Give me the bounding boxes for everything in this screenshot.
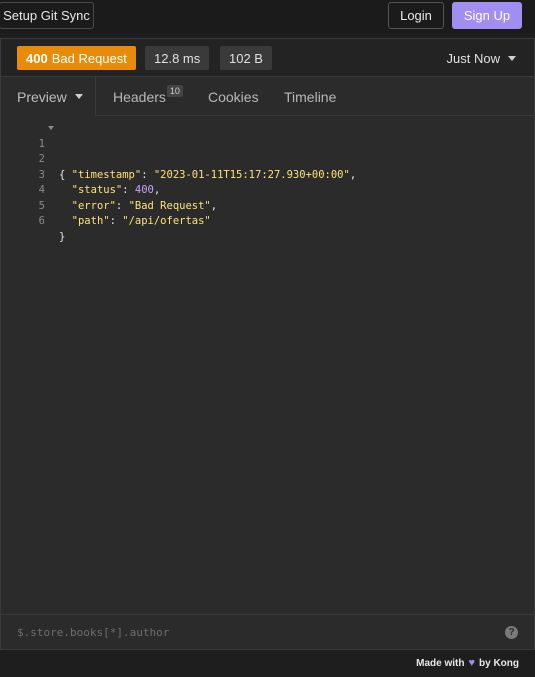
login-button[interactable]: Login — [388, 2, 444, 29]
chevron-down-icon — [74, 94, 83, 99]
code-line: 3 "status": 400, — [1, 152, 534, 197]
json-key: "path" — [71, 215, 110, 227]
code-line: 5 "path": "/api/ofertas" — [1, 183, 534, 228]
status-text: Bad Request — [51, 50, 127, 66]
tab-cookies[interactable]: Cookies — [208, 77, 259, 116]
top-bar: Setup Git Sync Login Sign Up — [0, 0, 535, 33]
code-text: "path": "/api/ofertas" — [71, 215, 211, 227]
tab-preview[interactable]: Preview — [1, 77, 96, 116]
code-line: 1 { — [1, 121, 534, 181]
footer-by-kong: by Kong — [479, 657, 519, 669]
sign-up-button[interactable]: Sign Up — [452, 2, 522, 29]
history-dropdown-label: Just Now — [446, 50, 500, 66]
fold-arrow-icon[interactable] — [48, 126, 54, 130]
status-badge: 400 Bad Request — [17, 46, 136, 70]
response-tabs: Preview Headers 10 Cookies Timeline — [1, 77, 534, 116]
setup-git-sync-button[interactable]: Setup Git Sync — [0, 2, 94, 29]
response-filter-bar: ? — [1, 614, 534, 649]
code-line: 4 "error": "Bad Request", — [1, 168, 534, 212]
response-filter-input[interactable] — [17, 623, 487, 641]
status-code: 400 — [26, 50, 48, 66]
response-time-chip: 12.8 ms — [145, 46, 210, 70]
code-line: 2 "timestamp": "2023-01-11T15:17:27.930+… — [1, 137, 534, 181]
code-text: } — [59, 230, 66, 243]
headers-count-badge: 10 — [166, 84, 183, 97]
tab-headers-label: Headers — [113, 88, 166, 105]
response-body-viewer[interactable]: 1 { 2 "timestamp": "2023-01-11T15:17:27.… — [1, 121, 534, 243]
tab-headers[interactable]: Headers 10 — [113, 77, 183, 116]
chevron-down-icon — [508, 55, 516, 61]
footer-made-with: Made with — [416, 657, 465, 669]
made-with-kong-footer[interactable]: Made with ♥ by Kong — [416, 657, 519, 669]
tab-preview-label: Preview — [17, 88, 67, 105]
heart-icon: ♥ — [468, 657, 475, 669]
help-icon[interactable]: ? — [505, 626, 518, 639]
response-panel: 400 Bad Request 12.8 ms 102 B Just Now P… — [0, 38, 535, 650]
code-line: 6 } — [1, 199, 534, 243]
line-number: 6 — [38, 215, 45, 227]
response-size-chip: 102 B — [220, 46, 272, 70]
response-status-row: 400 Bad Request 12.8 ms 102 B Just Now — [1, 39, 534, 77]
tab-timeline[interactable]: Timeline — [284, 77, 336, 116]
json-string: "/api/ofertas" — [122, 215, 211, 227]
history-dropdown[interactable]: Just Now — [447, 46, 516, 70]
